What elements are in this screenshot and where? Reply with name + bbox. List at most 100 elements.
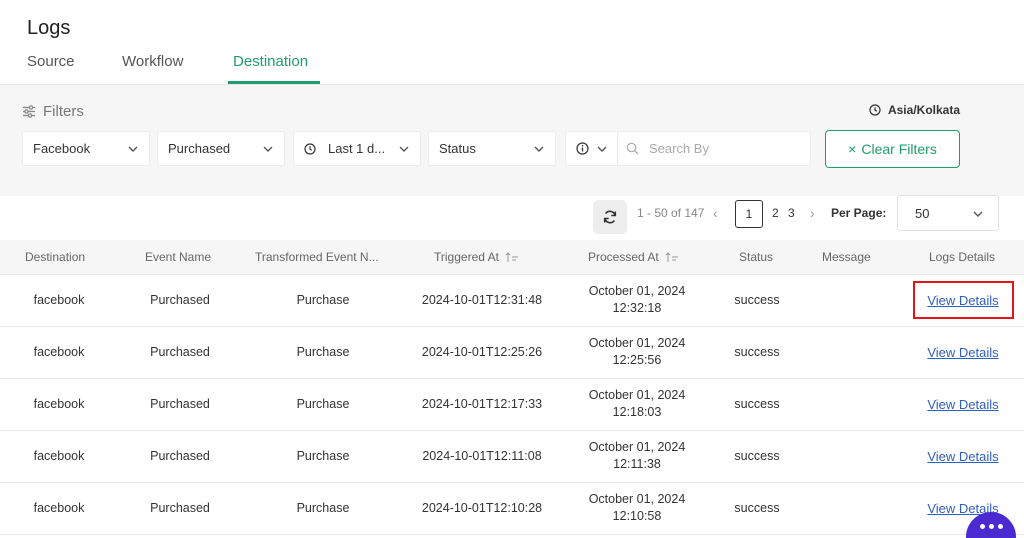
destination-select-value: Facebook (33, 141, 91, 156)
time-range-select[interactable]: Last 1 d... (293, 131, 421, 166)
view-details-link[interactable]: View Details (927, 345, 998, 360)
info-icon (576, 142, 589, 155)
status-select[interactable]: Status (428, 131, 556, 166)
processed-time: 12:32:18 (612, 301, 662, 315)
processed-time: 12:11:38 (613, 457, 661, 471)
next-page-button[interactable]: › (810, 205, 815, 221)
column-header-processed-at-label: Processed At (588, 250, 659, 264)
time-range-value: Last 1 d... (328, 141, 386, 156)
table-row: facebook Purchased Purchase 2024-10-01T1… (0, 379, 1024, 431)
per-page-select[interactable]: 50 (897, 195, 999, 231)
per-page-label: Per Page: (831, 206, 887, 220)
column-header-destination: Destination (25, 250, 86, 264)
sort-icon[interactable] (505, 251, 519, 263)
processed-date: October 01, 2024 (588, 492, 686, 506)
table-row: facebook Purchased Purchase 2024-10-01T1… (0, 483, 1024, 535)
cell-transformed-event: Purchase (296, 397, 350, 411)
cell-triggered-at: 2024-10-01T12:10:28 (421, 501, 543, 515)
cell-transformed-event: Purchase (296, 293, 350, 307)
clear-filters-label: Clear Filters (861, 141, 937, 157)
table-row: facebook Purchased Purchase 2024-10-01T1… (0, 327, 1024, 379)
table-body: facebook Purchased Purchase 2024-10-01T1… (0, 275, 1024, 535)
chat-icon (979, 524, 985, 529)
processed-date: October 01, 2024 (588, 336, 686, 350)
processed-date: October 01, 2024 (588, 440, 686, 454)
page-title: Logs (27, 17, 71, 39)
cell-processed-at: October 01, 2024 12:32:18 (589, 283, 686, 317)
cell-destination: facebook (33, 397, 85, 411)
per-page-value: 50 (915, 205, 930, 221)
prev-page-button[interactable]: ‹ (713, 205, 718, 221)
cell-processed-at: October 01, 2024 12:11:38 (589, 439, 686, 473)
tab-workflow[interactable]: Workflow (122, 53, 183, 70)
tab-destination[interactable]: Destination (233, 53, 308, 70)
chat-dot (988, 524, 994, 529)
tab-source[interactable]: Source (27, 53, 75, 70)
cell-event-name: Purchased (150, 449, 210, 463)
search-field-select[interactable] (565, 131, 619, 166)
column-header-event-name: Event Name (145, 250, 212, 264)
processed-time: 12:25:56 (612, 353, 662, 367)
tab-bar: Source Workflow Destination (0, 48, 1024, 85)
sort-icon[interactable] (665, 251, 679, 263)
column-header-triggered-at[interactable]: Triggered At (434, 250, 519, 264)
destination-select[interactable]: Facebook (22, 131, 150, 166)
active-tab-indicator (228, 81, 320, 84)
cell-processed-at: October 01, 2024 12:10:58 (589, 491, 686, 525)
search-box[interactable] (617, 131, 811, 166)
cell-destination: facebook (33, 501, 85, 515)
view-details-link[interactable]: View Details (927, 397, 998, 412)
table-header: Destination Event Name Transformed Event… (0, 240, 1024, 275)
event-select-value: Purchased (168, 141, 231, 156)
column-header-processed-at[interactable]: Processed At (588, 250, 679, 264)
page-3-button[interactable]: 3 (788, 206, 795, 220)
table-row: facebook Purchased Purchase 2024-10-01T1… (0, 275, 1024, 327)
cell-event-name: Purchased (150, 345, 210, 359)
highlight-box (913, 281, 1014, 319)
cell-processed-at: October 01, 2024 12:18:03 (589, 387, 686, 421)
cell-triggered-at: 2024-10-01T12:25:26 (421, 345, 543, 359)
view-details-link[interactable]: View Details (927, 449, 998, 464)
refresh-button[interactable] (593, 200, 627, 234)
cell-status: success (734, 293, 780, 307)
cell-triggered-at: 2024-10-01T12:17:33 (421, 397, 543, 411)
processed-time: 12:18:03 (612, 405, 662, 419)
status-select-value: Status (439, 141, 476, 156)
cell-transformed-event: Purchase (296, 345, 350, 359)
search-icon (626, 142, 639, 155)
cell-triggered-at: 2024-10-01T12:31:48 (421, 293, 543, 307)
column-header-message: Message (822, 250, 871, 264)
chevron-down-icon (973, 211, 983, 217)
chevron-down-icon (399, 146, 409, 152)
sliders-icon (23, 105, 35, 118)
column-header-triggered-at-label: Triggered At (434, 250, 499, 264)
chevron-down-icon (534, 146, 544, 152)
refresh-icon (603, 210, 617, 224)
cell-processed-at: October 01, 2024 12:25:56 (589, 335, 686, 369)
event-select[interactable]: Purchased (157, 131, 285, 166)
page-1-button[interactable]: 1 (735, 200, 763, 228)
cell-event-name: Purchased (150, 397, 210, 411)
cell-status: success (734, 345, 780, 359)
column-header-transformed-event: Transformed Event N... (255, 250, 379, 264)
search-input[interactable] (649, 141, 799, 156)
cell-triggered-at: 2024-10-01T12:11:08 (422, 449, 542, 463)
cell-event-name: Purchased (150, 293, 210, 307)
chevron-down-icon (597, 146, 607, 152)
processed-time: 12:10:58 (612, 509, 662, 523)
processed-date: October 01, 2024 (588, 284, 686, 298)
cell-status: success (734, 397, 780, 411)
cell-destination: facebook (33, 449, 85, 463)
clock-icon (869, 104, 881, 116)
chevron-down-icon (263, 146, 273, 152)
filters-heading: Filters (22, 103, 84, 120)
cell-transformed-event: Purchase (296, 501, 350, 515)
cell-status: success (734, 501, 780, 515)
clear-filters-button[interactable]: × Clear Filters (825, 130, 960, 168)
page-2-button[interactable]: 2 (772, 206, 779, 220)
cell-event-name: Purchased (150, 501, 210, 515)
clock-icon (304, 142, 316, 155)
table-row: facebook Purchased Purchase 2024-10-01T1… (0, 431, 1024, 483)
column-header-status: Status (739, 250, 774, 264)
cell-destination: facebook (33, 345, 85, 359)
